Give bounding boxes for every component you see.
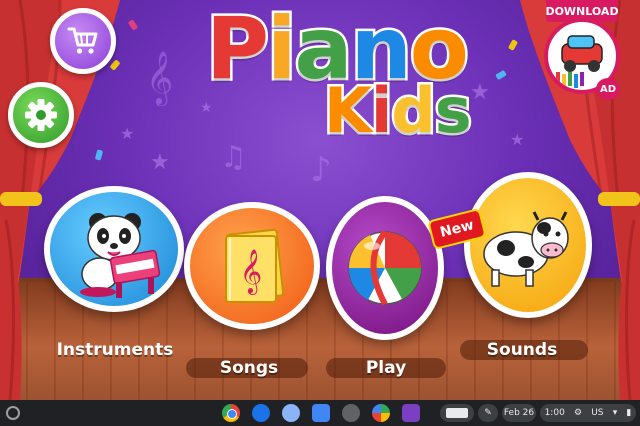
instruments-label[interactable]: Instruments [52, 340, 178, 360]
status-area[interactable]: 1:00 ⚙ US ▾ ▮ [540, 404, 636, 422]
star-icon: ★ [470, 80, 490, 105]
stylus-button[interactable]: ✎ [478, 404, 498, 422]
beach-ball-icon [348, 230, 422, 306]
tote-tray[interactable] [440, 404, 474, 422]
confetti [495, 69, 507, 81]
confetti [507, 39, 519, 51]
title-letters: Kids [321, 74, 474, 147]
title-letter: s [432, 74, 474, 147]
title-letter: P [203, 0, 271, 99]
time-text: 1:00 [544, 408, 565, 418]
panda-piano-icon [80, 213, 161, 298]
gear-icon: ⚙ [573, 408, 583, 418]
play-label[interactable]: Play [326, 358, 446, 378]
star-icon: ★ [120, 124, 135, 143]
instruments-button[interactable] [44, 186, 184, 312]
play-button[interactable] [326, 196, 444, 340]
play-store-icon[interactable] [372, 404, 390, 422]
songs-button[interactable]: 𝄞 [184, 202, 320, 330]
songs-label[interactable]: Songs [186, 358, 312, 378]
launcher-icon[interactable] [6, 406, 20, 420]
app-title-kids: Kids [321, 77, 474, 144]
music-note-icon: ♫ [220, 140, 247, 175]
songbook-icon: 𝄞 [225, 228, 285, 303]
ad-tag: AD [596, 78, 620, 100]
star-icon: ★ [150, 150, 170, 175]
shop-button[interactable] [50, 8, 116, 74]
app-window: ★ ★ ★ ★ ★ 𝄞 ♪ ♫ Piano Kids DOWNLOAD AD 𝄞… [0, 0, 640, 400]
svg-text:𝄞: 𝄞 [240, 249, 262, 295]
shelf: ✎ Feb 26 1:00 ⚙ US ▾ ▮ [0, 400, 640, 426]
clock-app-icon[interactable] [282, 404, 300, 422]
ad-banner[interactable]: DOWNLOAD AD [544, 0, 620, 104]
chrome-icon[interactable] [222, 404, 240, 422]
piano-kids-app-icon[interactable] [402, 404, 420, 422]
cart-icon [67, 27, 98, 54]
wifi-icon: ▾ [612, 408, 618, 418]
settings-button[interactable] [8, 82, 74, 148]
title-letter: i [264, 0, 299, 99]
sounds-label[interactable]: Sounds [460, 340, 584, 360]
title-letter: i [369, 74, 395, 147]
sounds-button[interactable] [464, 172, 592, 318]
gear-icon [25, 99, 57, 131]
title-letter: K [321, 74, 374, 147]
confetti [127, 19, 139, 31]
cow-icon [483, 211, 569, 287]
date-pill[interactable]: Feb 26 [502, 404, 536, 422]
treble-clef-icon: 𝄞 [146, 50, 174, 104]
locale-text: US [591, 408, 604, 418]
date-text: Feb 26 [503, 408, 535, 418]
files-icon[interactable] [312, 404, 330, 422]
battery-icon: ▮ [626, 408, 632, 418]
music-note-icon: ♪ [310, 150, 332, 190]
star-icon: ★ [200, 100, 213, 116]
ad-download-badge: DOWNLOAD [545, 0, 619, 22]
messages-icon[interactable] [252, 404, 270, 422]
title-letter: d [389, 74, 438, 147]
settings-app-icon[interactable] [342, 404, 360, 422]
